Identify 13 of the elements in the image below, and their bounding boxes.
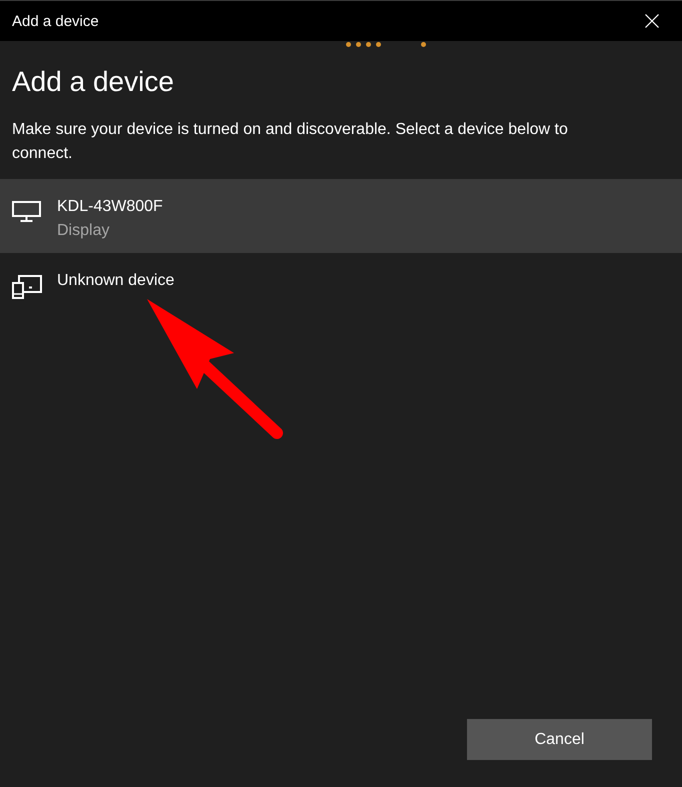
devices-icon: [12, 275, 42, 299]
window-title: Add a device: [12, 12, 99, 30]
device-name: Unknown device: [57, 271, 174, 291]
page-heading: Add a device: [12, 65, 175, 99]
monitor-icon: [12, 201, 41, 222]
instructions-text: Make sure your device is turned on and discoverable. Select a device below to connect.: [12, 120, 569, 164]
device-item[interactable]: Unknown device: [0, 253, 682, 309]
cancel-button[interactable]: Cancel: [467, 719, 652, 760]
device-item[interactable]: KDL-43W800F Display: [0, 179, 682, 253]
close-icon: [645, 14, 659, 28]
close-button[interactable]: [645, 14, 659, 28]
device-type: Display: [57, 221, 110, 241]
device-name: KDL-43W800F: [57, 197, 163, 217]
